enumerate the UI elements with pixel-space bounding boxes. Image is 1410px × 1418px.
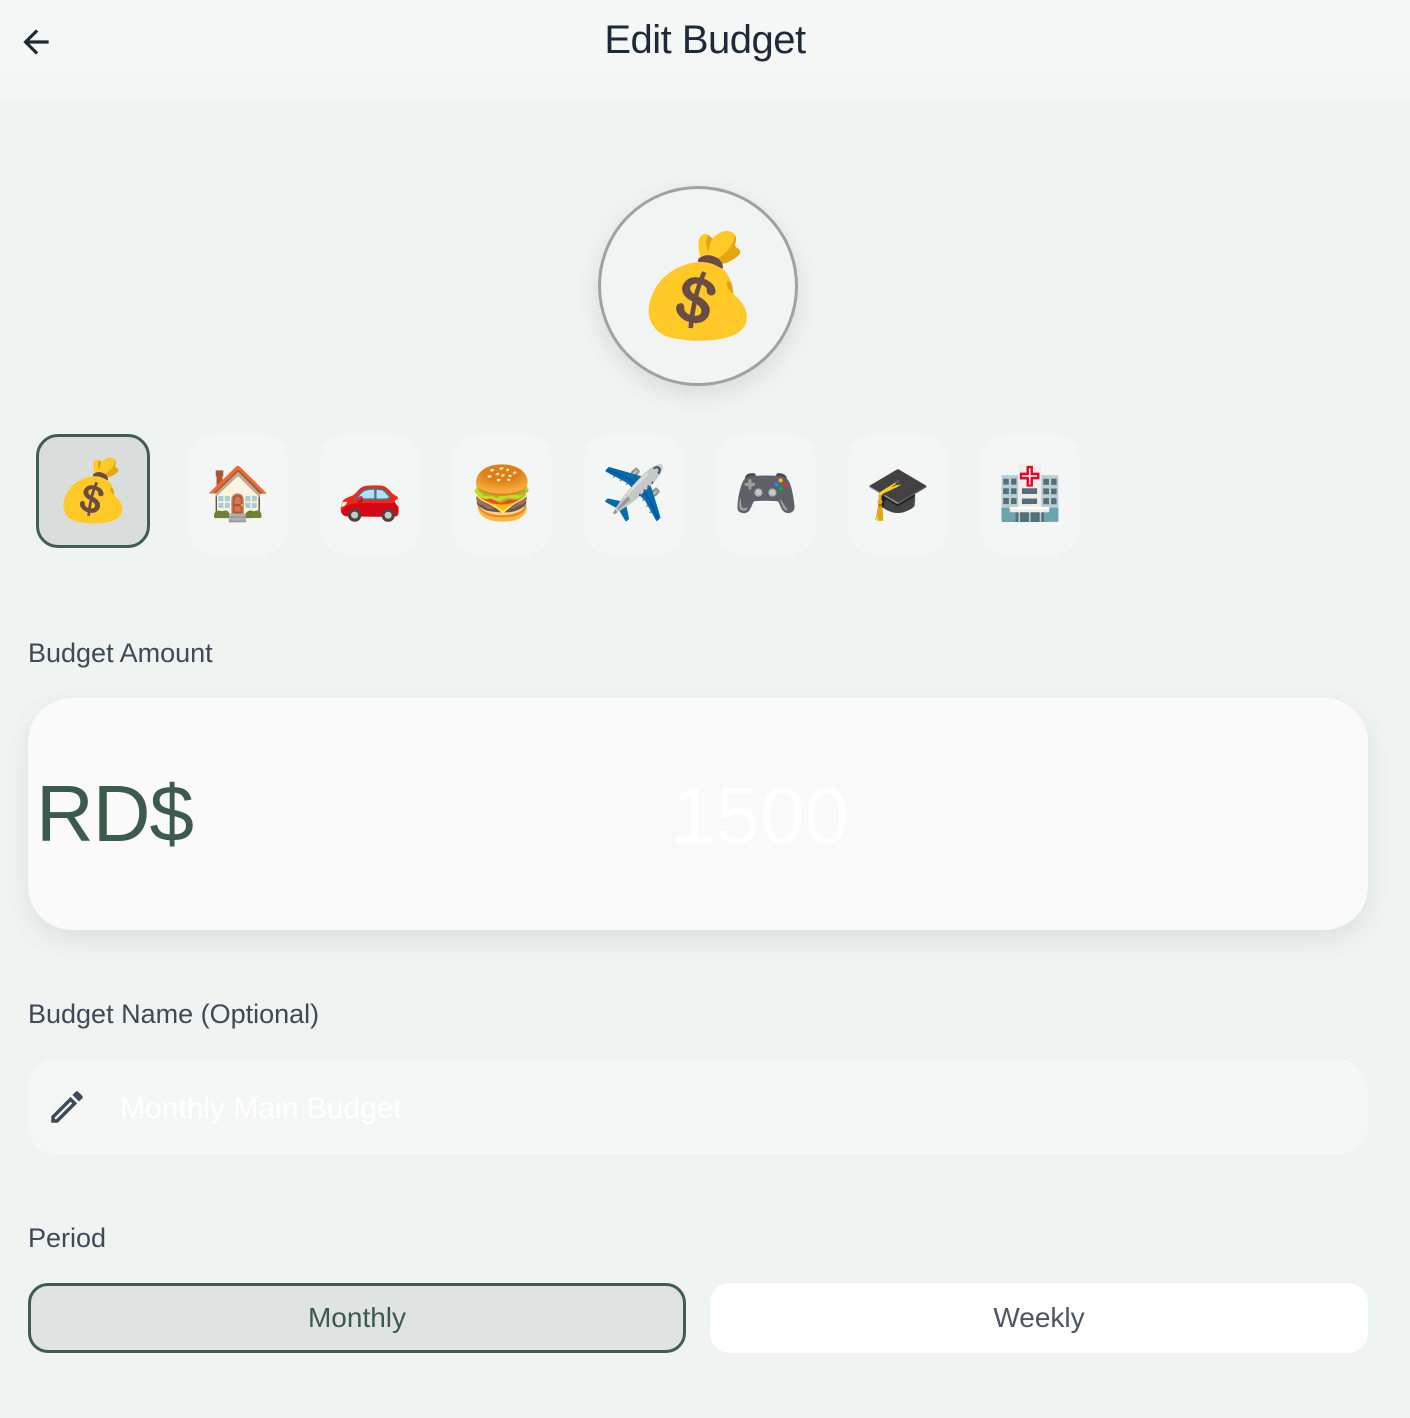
currency-symbol: RD$ [36, 769, 194, 858]
money-bag-icon: 💰 [55, 456, 131, 526]
period-weekly-label: Weekly [993, 1302, 1085, 1333]
period-monthly-label: Monthly [307, 1302, 407, 1333]
pencil-icon [51, 1091, 83, 1123]
budget-name-input[interactable] [118, 1078, 1342, 1140]
period-label: Period [28, 1223, 107, 1253]
car-icon: 🚗 [337, 464, 403, 524]
hospital-icon: 🏥 [997, 464, 1063, 524]
budget-name-label: Budget Name (Optional) [28, 999, 320, 1029]
house-icon: 🏠 [205, 464, 271, 524]
period-monthly-button[interactable]: Monthly [28, 1283, 686, 1353]
icon-option-graduation-cap[interactable]: 🎓 [848, 434, 948, 554]
budget-name-field [28, 1060, 1368, 1154]
graduation-cap-icon: 🎓 [865, 464, 931, 524]
game-controller-icon: 🎮 [733, 464, 799, 524]
selected-budget-icon: 💰 [598, 186, 798, 386]
amount-card: RD$ [28, 698, 1368, 930]
icon-option-burger[interactable]: 🍔 [452, 434, 552, 554]
money-bag-icon: 💰 [635, 227, 761, 344]
amount-input[interactable] [208, 758, 1312, 874]
icon-option-house[interactable]: 🏠 [188, 434, 288, 554]
budget-amount-label: Budget Amount [28, 638, 213, 668]
app-header: Edit Budget [0, 0, 1410, 98]
icon-option-car[interactable]: 🚗 [320, 434, 420, 554]
page-title: Edit Budget [604, 18, 806, 62]
icon-option-hospital[interactable]: 🏥 [980, 434, 1080, 554]
icon-option-game-controller[interactable]: 🎮 [716, 434, 816, 554]
icon-option-airplane[interactable]: ✈️ [584, 434, 684, 554]
icon-option-money-bag[interactable]: 💰 [36, 434, 150, 548]
period-weekly-button[interactable]: Weekly [710, 1283, 1368, 1353]
burger-icon: 🍔 [469, 464, 535, 524]
airplane-icon: ✈️ [601, 464, 667, 524]
